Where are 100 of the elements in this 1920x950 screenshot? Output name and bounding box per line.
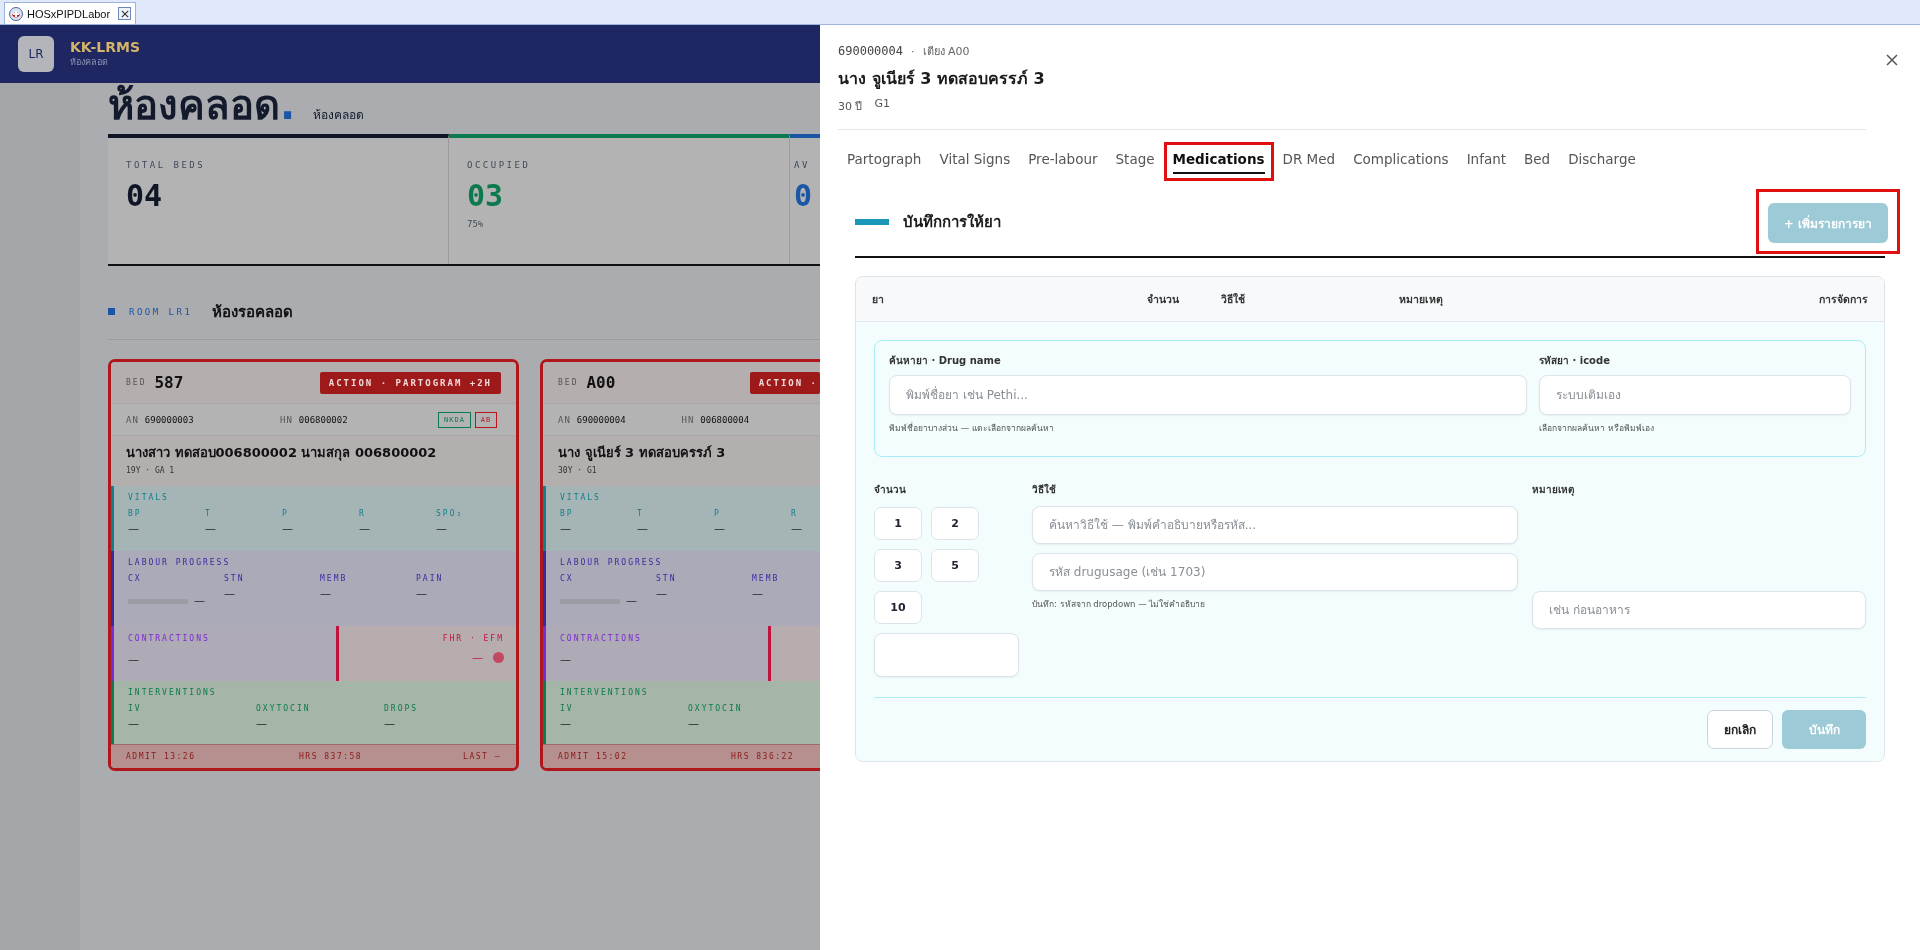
stat-label: OCCUPIED	[467, 160, 532, 170]
patient-name: นาง จูเนียร์ 3 ทดสอบครรภ์ 3	[838, 68, 1045, 91]
tab[interactable]: Complications	[1344, 142, 1458, 181]
field-label: CX	[128, 574, 143, 583]
quantity-button[interactable]: 2	[931, 507, 979, 540]
an-value: 690000004	[576, 414, 626, 425]
field-value: —	[256, 717, 268, 730]
field-value: —	[205, 522, 217, 535]
input-field[interactable]: ค้นหาวิธีใช้ — พิมพ์คำอธิบายหรือรหัส...	[1032, 506, 1518, 544]
cancel-button[interactable]: ยกเลิก	[1707, 710, 1773, 749]
field-label: รหัสยา · icode	[1539, 354, 1611, 368]
input-field[interactable]: เช่น ก่อนอาหาร	[1532, 591, 1866, 629]
an-label: AN	[558, 414, 571, 425]
field-label: วิธีใช้	[1032, 482, 1057, 497]
field-value: —	[637, 522, 649, 535]
field-label: STN	[656, 574, 678, 583]
section-title: บันทึกการให้ยา	[903, 211, 1001, 233]
field-label: T	[205, 509, 213, 518]
field-value: —	[791, 522, 803, 535]
tab[interactable]: DR Med	[1273, 142, 1345, 181]
section-title: VITALS	[560, 493, 602, 502]
bed-number: A00	[586, 373, 616, 392]
field-value: —	[128, 522, 140, 535]
column-header: การจัดการ	[1819, 291, 1868, 307]
field-value: —	[436, 522, 448, 535]
gravida: G1	[874, 97, 891, 112]
column-header: หมายเหตุ	[1399, 291, 1443, 308]
column-header: จำนวน	[1147, 291, 1180, 307]
field-value: —	[626, 594, 637, 607]
column-header: ยา	[872, 291, 885, 307]
field-value: —	[384, 717, 396, 730]
stat-value: 04	[126, 178, 164, 213]
field-label: MEMB	[752, 574, 781, 583]
patient-meta: 19Y · GA 1	[126, 466, 176, 475]
field-label: BP	[560, 509, 575, 518]
section-title: INTERVENTIONS	[128, 688, 218, 697]
field-value: —	[714, 522, 726, 535]
field-value: —	[128, 717, 140, 730]
input-field[interactable]: ระบบเติมเอง	[1539, 375, 1851, 415]
admit-time: ADMIT 15:02	[558, 752, 629, 761]
field-label: IV	[128, 704, 143, 713]
tab[interactable]: Discharge	[1559, 142, 1645, 181]
stat-note: 75%	[467, 219, 485, 229]
field-value: —	[560, 653, 572, 666]
field-label: T	[637, 509, 645, 518]
field-label: PAIN	[416, 574, 445, 583]
app-badge: LR	[18, 36, 54, 72]
field-label: BP	[128, 509, 143, 518]
tab[interactable]: Bed	[1515, 142, 1560, 181]
hours-count: HRS 837:58	[299, 752, 363, 761]
section-title: LABOUR PROGRESS	[560, 558, 664, 567]
patient-name: นาง จูเนียร์ 3 ทดสอบครรภ์ 3	[558, 444, 727, 463]
field-label: R	[359, 509, 367, 518]
hn-label: HN	[681, 414, 695, 425]
window-tab[interactable]: HOSxPIPDLabor	[4, 2, 137, 24]
quantity-button[interactable]: 5	[931, 549, 979, 582]
section-title: VITALS	[128, 493, 170, 502]
hn-value: 006800002	[298, 414, 348, 425]
field-value: —	[416, 587, 428, 600]
input-field[interactable]: พิมพ์ชื่อยา เช่น Pethi...	[889, 375, 1527, 415]
field-value: —	[194, 594, 205, 607]
app-subtitle: ห้องคลอด	[70, 56, 109, 69]
bed-label: BED	[558, 378, 579, 387]
tab[interactable]: Medications	[1163, 142, 1274, 181]
tab[interactable]: Stage	[1106, 142, 1164, 181]
tab[interactable]: Infant	[1457, 142, 1516, 181]
column-header: วิธีใช้	[1221, 291, 1246, 307]
tab[interactable]: Vital Signs	[930, 142, 1020, 181]
admission-number: 690000004	[838, 44, 904, 58]
bed-label: BED	[126, 378, 147, 387]
input-field[interactable]: รหัส drugusage (เช่น 1703)	[1032, 553, 1518, 591]
stat-value: 03	[467, 178, 505, 213]
quantity-button[interactable]: 3	[874, 549, 922, 582]
field-value: —	[752, 587, 764, 600]
tab[interactable]: Partograph	[838, 142, 931, 181]
field-value: —	[560, 717, 572, 730]
tab[interactable]: Pre-labour	[1019, 142, 1107, 181]
field-hint: พิมพ์ชื่อยาบางส่วน — แตะเลือกจากผลค้นหา	[889, 421, 1055, 435]
field-label: P	[714, 509, 722, 518]
field-value: —	[656, 587, 668, 600]
patient-age: 30 ปี	[838, 99, 863, 115]
field-label: R	[791, 509, 799, 518]
field-value: —	[128, 653, 140, 666]
an-label: AN	[126, 414, 139, 425]
page-subtitle: ห้องคลอด	[313, 107, 365, 124]
stat-label: AV	[794, 160, 811, 170]
patient-name: นางสาว ทดสอบ006800002 นามสกุล 006800002	[126, 444, 438, 463]
room-code: ROOM LR1	[129, 306, 193, 317]
section-title: CONTRACTIONS	[128, 634, 211, 643]
separator-dot: ·	[911, 44, 915, 58]
admit-time: ADMIT 13:26	[126, 752, 197, 761]
quantity-button[interactable]: 10	[874, 591, 922, 624]
stat-value: 0	[794, 178, 814, 213]
action-badge: ACTION · PARTOGRAM +2H	[319, 371, 501, 394]
field-value: —	[560, 522, 572, 535]
section-title: FHR · EFM	[441, 634, 504, 643]
patient-meta: 30Y · G1	[558, 466, 598, 475]
quantity-button[interactable]: 1	[874, 507, 922, 540]
field-label: IV	[560, 704, 575, 713]
field-value: —	[320, 587, 332, 600]
